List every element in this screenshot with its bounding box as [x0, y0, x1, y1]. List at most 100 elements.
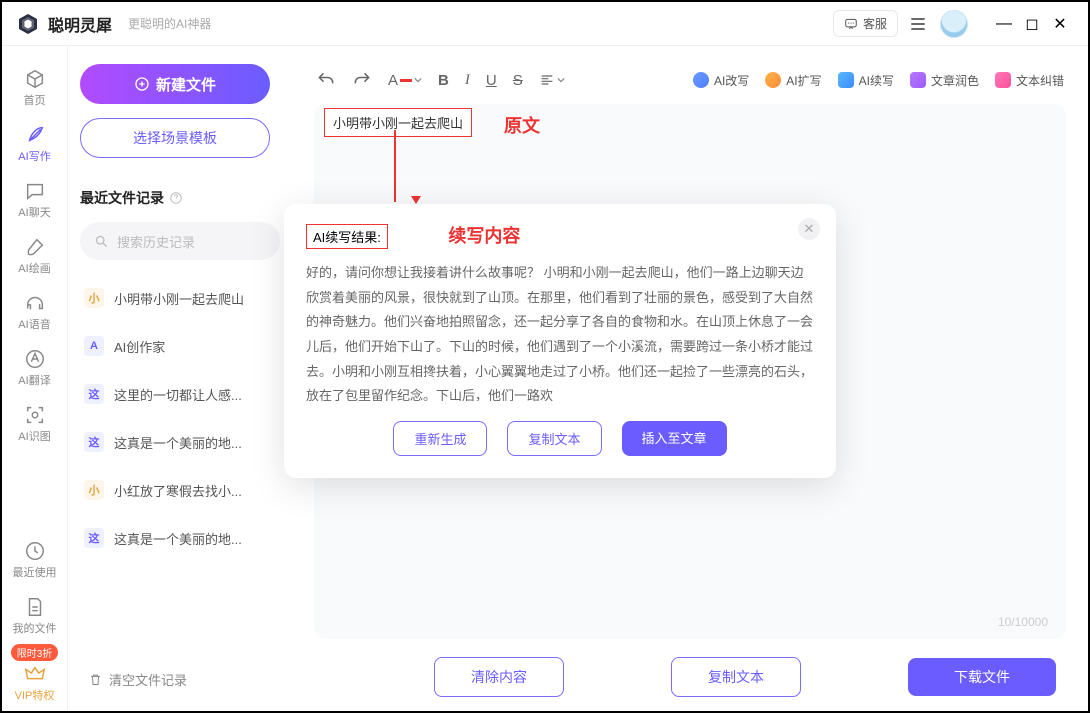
file-item[interactable]: 小小红放了寒假去找小... [80, 466, 280, 514]
file-item[interactable]: 这这里的一切都让人感... [80, 370, 280, 418]
nav-voice[interactable]: AI语音 [2, 284, 67, 340]
ai-rewrite-label: AI改写 [714, 72, 749, 89]
nav-myfiles[interactable]: 我的文件 [2, 588, 67, 644]
file-label: 小明带小刚一起去爬山 [114, 289, 244, 308]
file-list: 小小明带小刚一起去爬山 AAI创作家 这这里的一切都让人感... 这这真是一个美… [80, 274, 280, 658]
file-item[interactable]: AAI创作家 [80, 322, 280, 370]
search-input[interactable]: 搜索历史记录 [80, 222, 280, 260]
headphone-icon [24, 292, 46, 314]
maximize-button[interactable]: ◻ [1018, 14, 1046, 34]
result-actions: 重新生成 复制文本 插入至文章 [306, 421, 814, 456]
expand-dot-icon [765, 72, 781, 88]
brush-icon [24, 236, 46, 258]
app-subtitle: 更聪明的AI神器 [128, 15, 211, 32]
logo-wrap: 聪明灵犀 更聪明的AI神器 [16, 12, 211, 36]
customer-service-button[interactable]: 客服 [833, 10, 898, 37]
redo-icon[interactable] [352, 70, 372, 90]
file-panel: 新建文件 选择场景模板 最近文件记录 搜索历史记录 小小明带小刚一起去爬山 AA… [68, 46, 292, 711]
file-item[interactable]: 小小明带小刚一起去爬山 [80, 274, 280, 322]
pen-dot-icon [693, 72, 709, 88]
nav-home-label: 首页 [24, 92, 46, 108]
strike-button[interactable]: S [513, 72, 523, 89]
main-area: A B I U S AI改写 AI扩写 AI续写 文章润色 文本纠错 小明带小刚… [292, 46, 1088, 711]
nav-recent-label: 最近使用 [13, 564, 57, 580]
menu-icon[interactable] [908, 14, 928, 34]
file-chip: 小 [84, 288, 104, 308]
correct-button[interactable]: 文本纠错 [995, 72, 1064, 89]
char-counter: 10/10000 [998, 615, 1048, 629]
align-left-icon [539, 72, 555, 88]
align-button[interactable] [539, 72, 565, 88]
file-label: AI创作家 [114, 337, 165, 356]
copy-text-button[interactable]: 复制文本 [671, 657, 801, 697]
new-file-button[interactable]: 新建文件 [80, 64, 270, 104]
file-label: 这里的一切都让人感... [114, 385, 242, 404]
ai-result-card: ✕ AI续写结果: 续写内容 好的，请问你想让我接着讲什么故事呢？ 小明和小刚一… [284, 204, 836, 478]
clear-content-button[interactable]: 清除内容 [434, 657, 564, 697]
crown-icon [24, 663, 46, 685]
sidenav: 首页 AI写作 AI聊天 AI绘画 AI语音 AI翻译 AI识图 最近使用 我的… [2, 46, 68, 711]
nav-voice-label: AI语音 [18, 316, 50, 332]
nav-recent[interactable]: 最近使用 [2, 532, 67, 588]
result-body: 好的，请问你想让我接着讲什么故事呢？ 小明和小刚一起去爬山，他们一路上边聊天边欣… [306, 261, 814, 401]
bottom-bar: 清除内容 复制文本 下载文件 [314, 639, 1066, 697]
font-color-button[interactable]: A [388, 72, 422, 89]
nav-ocr[interactable]: AI识图 [2, 396, 67, 452]
nav-chat[interactable]: AI聊天 [2, 172, 67, 228]
correct-label: 文本纠错 [1016, 72, 1064, 89]
app-name: 聪明灵犀 [48, 12, 112, 36]
nav-home[interactable]: 首页 [2, 60, 67, 116]
titlebar: 聪明灵犀 更聪明的AI神器 客服 — ◻ ✕ [2, 2, 1088, 46]
download-file-button[interactable]: 下载文件 [908, 658, 1056, 696]
ai-expand-label: AI扩写 [786, 72, 821, 89]
italic-button[interactable]: I [465, 72, 470, 89]
toolbar: A B I U S AI改写 AI扩写 AI续写 文章润色 文本纠错 [314, 62, 1066, 104]
regenerate-button[interactable]: 重新生成 [393, 421, 487, 456]
close-result-button[interactable]: ✕ [798, 218, 820, 240]
continue-dot-icon [838, 72, 854, 88]
file-chip: 小 [84, 480, 104, 500]
clear-files-button[interactable]: 清空文件记录 [80, 658, 280, 701]
nav-translate[interactable]: AI翻译 [2, 340, 67, 396]
nav-write[interactable]: AI写作 [2, 116, 67, 172]
correct-dot-icon [995, 72, 1011, 88]
file-item[interactable]: 这这真是一个美丽的地... [80, 418, 280, 466]
file-icon [24, 596, 46, 618]
nav-myfiles-label: 我的文件 [13, 620, 57, 636]
polish-button[interactable]: 文章润色 [910, 72, 979, 89]
undo-icon[interactable] [316, 70, 336, 90]
insert-button[interactable]: 插入至文章 [622, 421, 727, 456]
cube-icon [24, 68, 46, 90]
nav-vip[interactable]: VIP特权 [2, 655, 67, 711]
choose-template-button[interactable]: 选择场景模板 [80, 118, 270, 158]
avatar[interactable] [940, 10, 968, 38]
promo-badge: 限时3折 [11, 644, 59, 661]
chevron-down-icon [557, 76, 565, 84]
recent-files-title: 最近文件记录 [80, 188, 280, 208]
editor-area[interactable]: 小明带小刚一起去爬山 原文 ✕ AI续写结果: 续写内容 好的，请问你想让我接着… [314, 104, 1066, 639]
chat-bubble-icon [24, 180, 46, 202]
bold-button[interactable]: B [438, 72, 449, 89]
ai-expand-button[interactable]: AI扩写 [765, 72, 821, 89]
underline-button[interactable]: U [486, 72, 497, 89]
file-item[interactable]: 这这真是一个美丽的地... [80, 514, 280, 562]
nav-paint[interactable]: AI绘画 [2, 228, 67, 284]
annotation-line [394, 130, 396, 202]
file-label: 这真是一个美丽的地... [114, 433, 242, 452]
help-icon[interactable] [169, 191, 183, 205]
file-label: 小红放了寒假去找小... [114, 481, 242, 500]
ai-continue-button[interactable]: AI续写 [838, 72, 894, 89]
original-text-box: 小明带小刚一起去爬山 [324, 108, 472, 137]
app-logo-icon [16, 12, 40, 36]
copy-result-button[interactable]: 复制文本 [507, 421, 601, 456]
clock-icon [24, 540, 46, 562]
ai-continue-label: AI续写 [859, 72, 894, 89]
file-chip: 这 [84, 432, 104, 452]
polish-label: 文章润色 [931, 72, 979, 89]
close-button[interactable]: ✕ [1046, 14, 1074, 34]
chat-icon [844, 17, 858, 31]
minimize-button[interactable]: — [990, 15, 1018, 33]
plus-circle-icon [134, 76, 150, 92]
ai-rewrite-button[interactable]: AI改写 [693, 72, 749, 89]
nav-translate-label: AI翻译 [18, 372, 50, 388]
